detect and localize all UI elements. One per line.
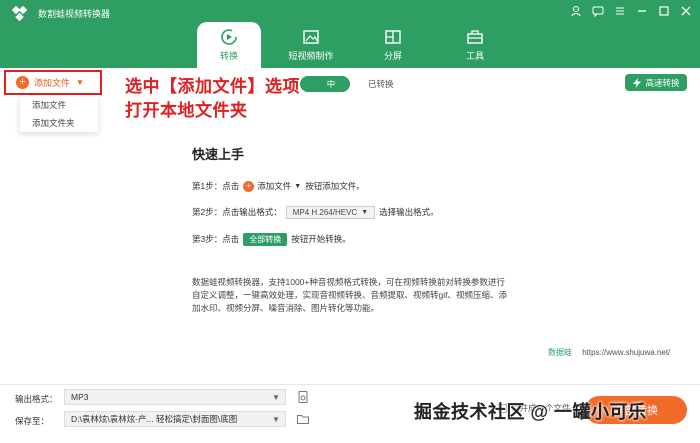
tab-label: 转换 — [219, 51, 238, 61]
step-3-prefix: 第3步：点击 — [192, 234, 240, 244]
plus-icon: + — [16, 76, 29, 89]
tab-short-video[interactable]: 短视频制作 — [279, 22, 343, 68]
save-path-select[interactable]: D:\袁林炫\袁林炫-产... 轻松搞定\封面图\底图 — [64, 411, 286, 427]
menu-item-add-folder[interactable]: 添加文件夹 — [20, 114, 98, 132]
step-3-suffix: 按钮开始转换。 — [291, 234, 351, 244]
close-icon[interactable] — [678, 4, 694, 18]
output-format-label: 输出格式： — [15, 394, 58, 404]
tab-converting[interactable]: 中 — [300, 76, 350, 92]
add-file-label: 添加文件 — [34, 78, 71, 88]
watermark: 掘金技术社区 @ 一罐小可乐 — [414, 402, 647, 422]
user-icon[interactable] — [568, 4, 584, 18]
site-url[interactable]: https://www.shujuwa.net/ — [582, 348, 670, 357]
lightning-icon — [633, 77, 642, 88]
tab-split-screen[interactable]: 分屏 — [361, 22, 425, 68]
app-title: 数割蛙视频转换器 — [38, 9, 111, 19]
step-2-suffix: 选择输出格式。 — [379, 207, 439, 217]
menu-icon[interactable] — [612, 4, 628, 18]
quickstart-title: 快速上手 — [192, 147, 245, 162]
tab-label: 短视频制作 — [288, 51, 334, 61]
plus-icon: + — [243, 180, 255, 192]
tab-tools[interactable]: 工具 — [443, 22, 507, 68]
video-make-icon — [303, 30, 319, 44]
inline-format-label: MP4 H.264/HEVC — [292, 207, 358, 217]
save-to-label: 保存至： — [15, 416, 50, 426]
step-1-prefix: 第1步：点击 — [192, 181, 240, 191]
folder-icon[interactable] — [296, 412, 310, 426]
sub-toolbar — [0, 68, 700, 98]
fast-convert-button[interactable]: 高速转换 — [625, 74, 687, 91]
chevron-down-icon: ▼ — [361, 208, 369, 216]
split-screen-icon — [385, 30, 401, 44]
tab-label: 工具 — [465, 51, 484, 61]
tab-label: 分屏 — [383, 51, 402, 61]
toolbox-icon — [467, 30, 483, 44]
format-settings-icon[interactable] — [296, 390, 310, 404]
step-3: 第3步：点击 全部转换 按钮开始转换。 — [192, 232, 351, 246]
menu-item-add-file[interactable]: 添加文件 — [20, 96, 98, 114]
inline-add-file-label: 添加文件 — [257, 181, 292, 191]
step-1-suffix: 按钮添加文件。 — [305, 181, 365, 191]
chevron-down-icon: ▼ — [294, 182, 302, 190]
annotation-line-1: 选中【添加文件】选项 — [125, 77, 300, 96]
chevron-down-icon[interactable]: ▼ — [272, 415, 280, 424]
step-2-prefix: 第2步：点击输出格式： — [192, 207, 282, 217]
output-format-select[interactable]: MP3 — [64, 389, 286, 405]
inline-convert-all: 全部转换 — [243, 232, 288, 246]
convert-icon — [221, 29, 237, 45]
maximize-icon[interactable] — [656, 4, 672, 18]
add-file-button[interactable]: + 添加文件 ▼ — [4, 70, 102, 95]
annotation-line-2: 打开本地文件夹 — [125, 101, 248, 120]
app-description: 数据蛙视频转换器，支持1000+种音视频格式转换，可在视频转换前对转换参数进行自… — [192, 277, 507, 313]
app-logo-icon — [12, 6, 28, 22]
minimize-icon[interactable] — [634, 4, 650, 18]
step-1: 第1步：点击 + 添加文件 ▼ 按钮添加文件。 — [192, 179, 365, 193]
site-link[interactable]: 数据蛙 https://www.shujuwa.net/ — [548, 347, 670, 358]
tab-converted[interactable]: 已转换 — [368, 76, 394, 92]
step-2: 第2步：点击输出格式： MP4 H.264/HEVC ▼ 选择输出格式。 — [192, 205, 439, 219]
add-file-menu: 添加文件 添加文件夹 — [20, 96, 98, 132]
chevron-down-icon[interactable]: ▼ — [272, 393, 280, 402]
chevron-down-icon[interactable]: ▼ — [76, 78, 84, 87]
site-brand: 数据蛙 — [548, 348, 572, 357]
title-bar: 数割蛙视频转换器 转换 短视频制作 分屏 工具 — [0, 0, 700, 68]
inline-add-file: + 添加文件 ▼ — [243, 180, 301, 192]
tab-convert[interactable]: 转换 — [197, 22, 261, 68]
chat-icon[interactable] — [590, 4, 606, 18]
fast-convert-label: 高速转换 — [645, 77, 680, 88]
inline-format-select: MP4 H.264/HEVC ▼ — [285, 205, 376, 219]
